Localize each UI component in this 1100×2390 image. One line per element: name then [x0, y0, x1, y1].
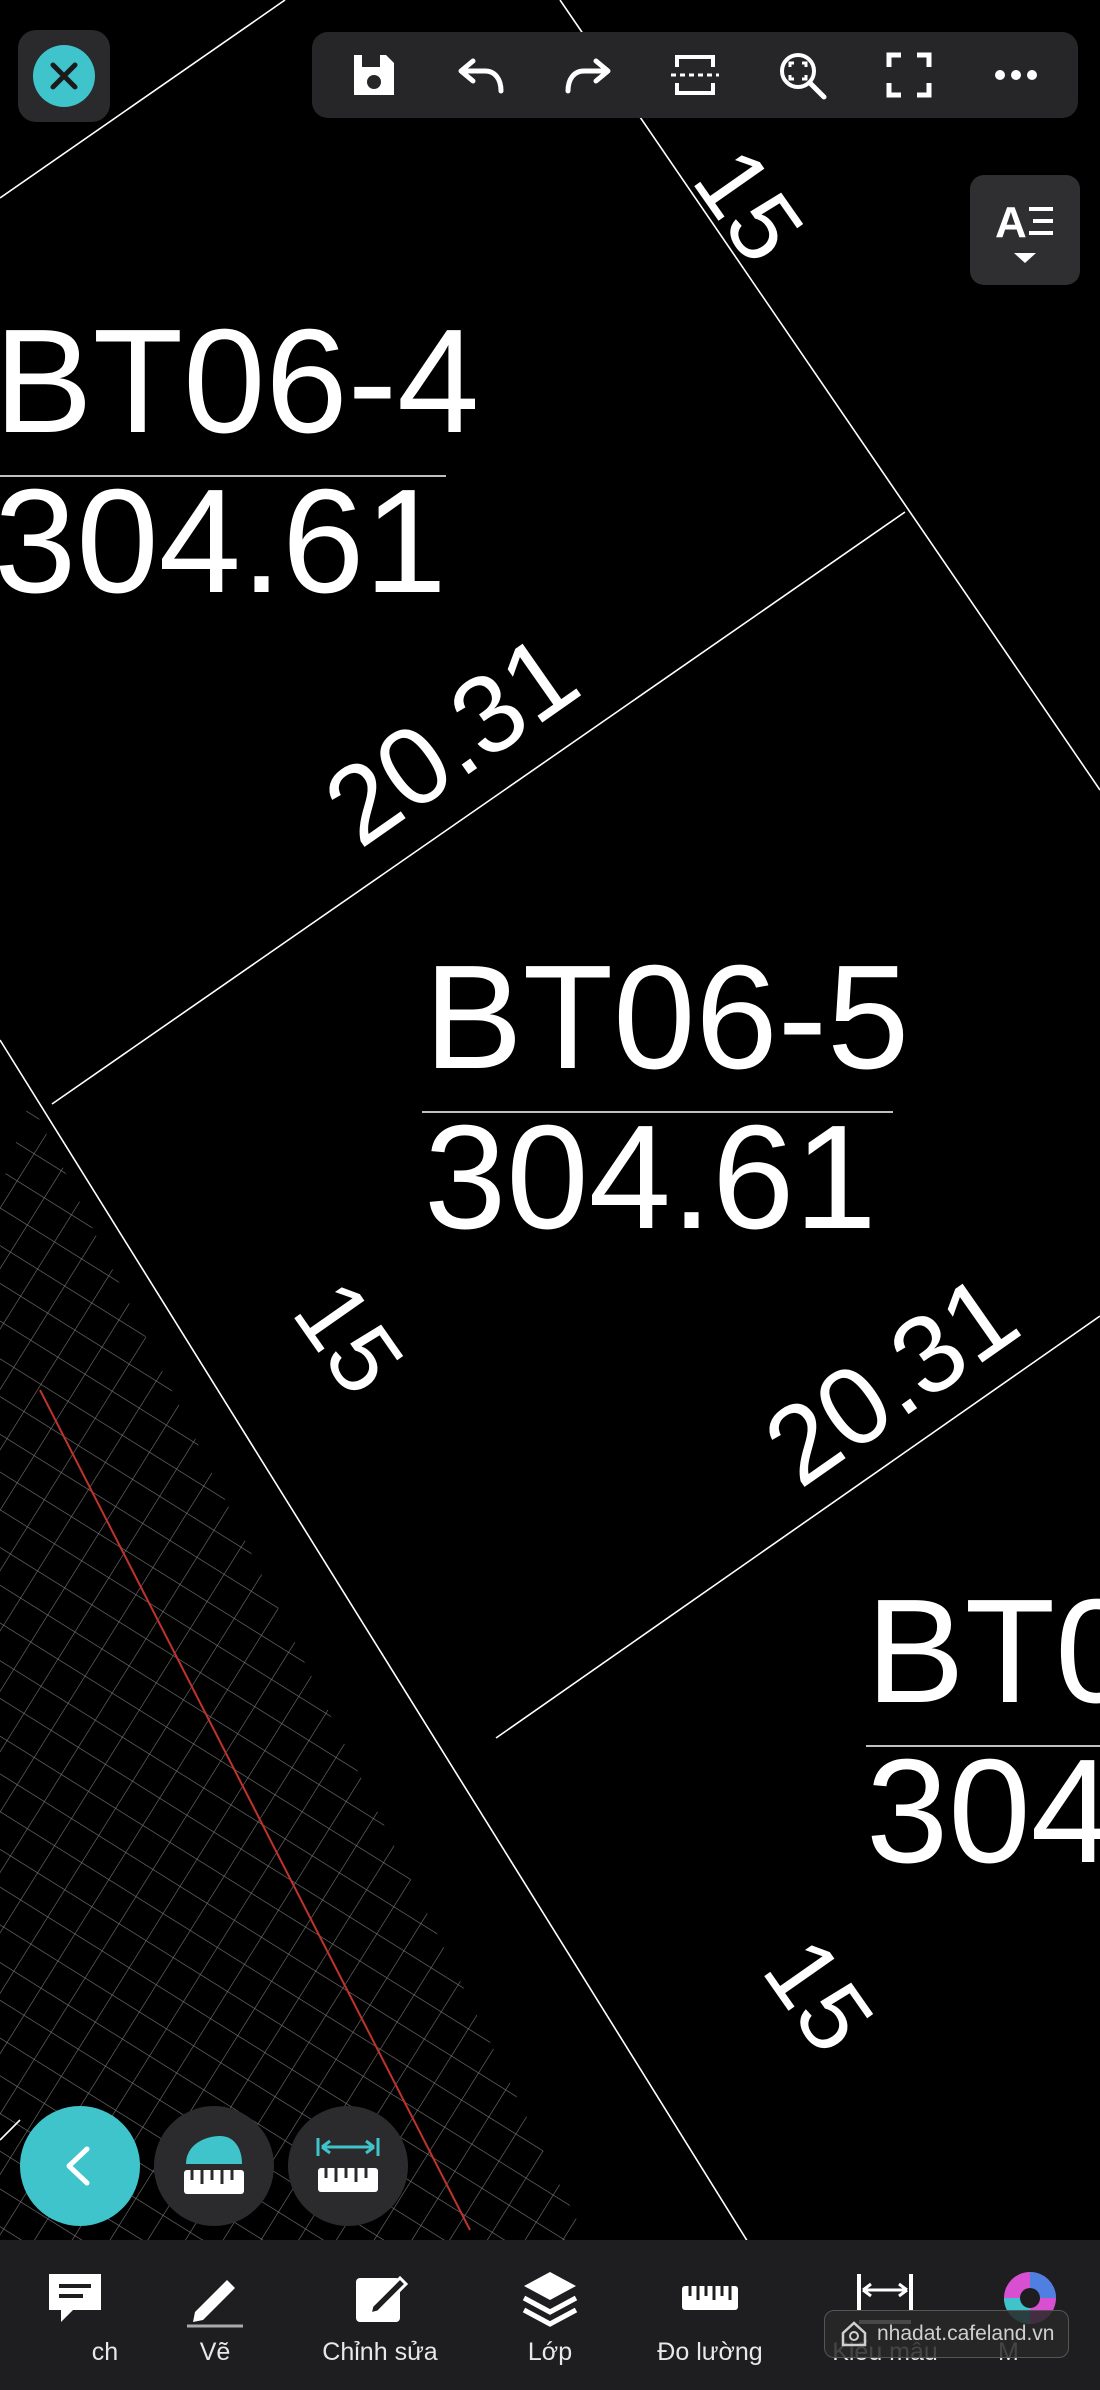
chevron-left-icon [66, 2146, 90, 2186]
section-icon [670, 55, 719, 95]
distance-ruler-icon [316, 2138, 380, 2192]
tab-comment[interactable]: ch [0, 2240, 150, 2390]
lot-area-bt06-5: 304.61 [424, 1095, 877, 1260]
save-button[interactable] [338, 39, 410, 111]
lot-area-bt06-4: 304.61 [0, 459, 447, 624]
drawing-canvas[interactable]: BT06-4 304.61 BT06-5 304.61 BT0 304 15 2… [0, 0, 1100, 2390]
layers-icon [522, 2272, 578, 2327]
svg-text:A: A [995, 198, 1027, 245]
dim-lower-20-31: 20.31 [743, 1251, 1039, 1510]
tab-label: Vẽ [199, 2338, 231, 2366]
tab-layers[interactable]: Lớp [480, 2240, 620, 2390]
fullscreen-button[interactable] [873, 39, 945, 111]
zoom-extents-icon [780, 53, 827, 100]
tab-label: Chỉnh sửa [322, 2338, 438, 2366]
undo-icon [458, 58, 504, 94]
area-measure-button[interactable] [154, 2106, 274, 2226]
undo-button[interactable] [445, 39, 517, 111]
lot-id-bt06-5: BT06-5 [424, 935, 909, 1100]
more-icon [995, 70, 1038, 80]
top-toolbar [312, 32, 1078, 118]
dim-upper-20-31: 20.31 [303, 611, 599, 870]
distance-measure-button[interactable] [288, 2106, 408, 2226]
dim-left-15: 15 [273, 1261, 426, 1413]
ruler-icon [682, 2286, 738, 2310]
tab-draw[interactable]: Vẽ [150, 2240, 280, 2390]
zoom-extents-button[interactable] [766, 39, 838, 111]
save-icon [353, 55, 394, 95]
lot-area-bt06-6: 304 [866, 1729, 1100, 1894]
fullscreen-icon [886, 52, 932, 98]
close-button[interactable] [18, 30, 110, 122]
text-style-button[interactable]: A [970, 175, 1080, 285]
chevron-down-icon [1014, 253, 1036, 263]
area-ruler-icon [184, 2136, 244, 2194]
section-button[interactable] [659, 39, 731, 111]
tab-label: Đo lường [657, 2338, 763, 2366]
lot-id-bt06-6: BT0 [866, 1569, 1100, 1734]
dim-top-right-15: 15 [673, 129, 826, 281]
redo-button[interactable] [552, 39, 624, 111]
text-style-icon: A [995, 198, 1053, 245]
collapse-tools-button[interactable] [20, 2106, 140, 2226]
tab-label: ch [91, 2338, 119, 2366]
tab-measure[interactable]: Đo lường [620, 2240, 800, 2390]
dim-bottom-right-15: 15 [743, 1919, 896, 2071]
tab-label: Lớp [527, 2338, 573, 2366]
edit-icon [356, 2275, 409, 2322]
more-button[interactable] [980, 39, 1052, 111]
watermark: nhadat.cafeland.vn [824, 2310, 1070, 2358]
house-icon [841, 2321, 867, 2347]
tab-edit[interactable]: Chỉnh sửa [280, 2240, 480, 2390]
lot-id-bt06-4: BT06-4 [0, 299, 479, 464]
comment-icon [49, 2274, 101, 2322]
watermark-text: nhadat.cafeland.vn [877, 2322, 1055, 2345]
pencil-icon [187, 2280, 243, 2328]
redo-icon [565, 58, 611, 94]
close-icon [33, 45, 95, 107]
